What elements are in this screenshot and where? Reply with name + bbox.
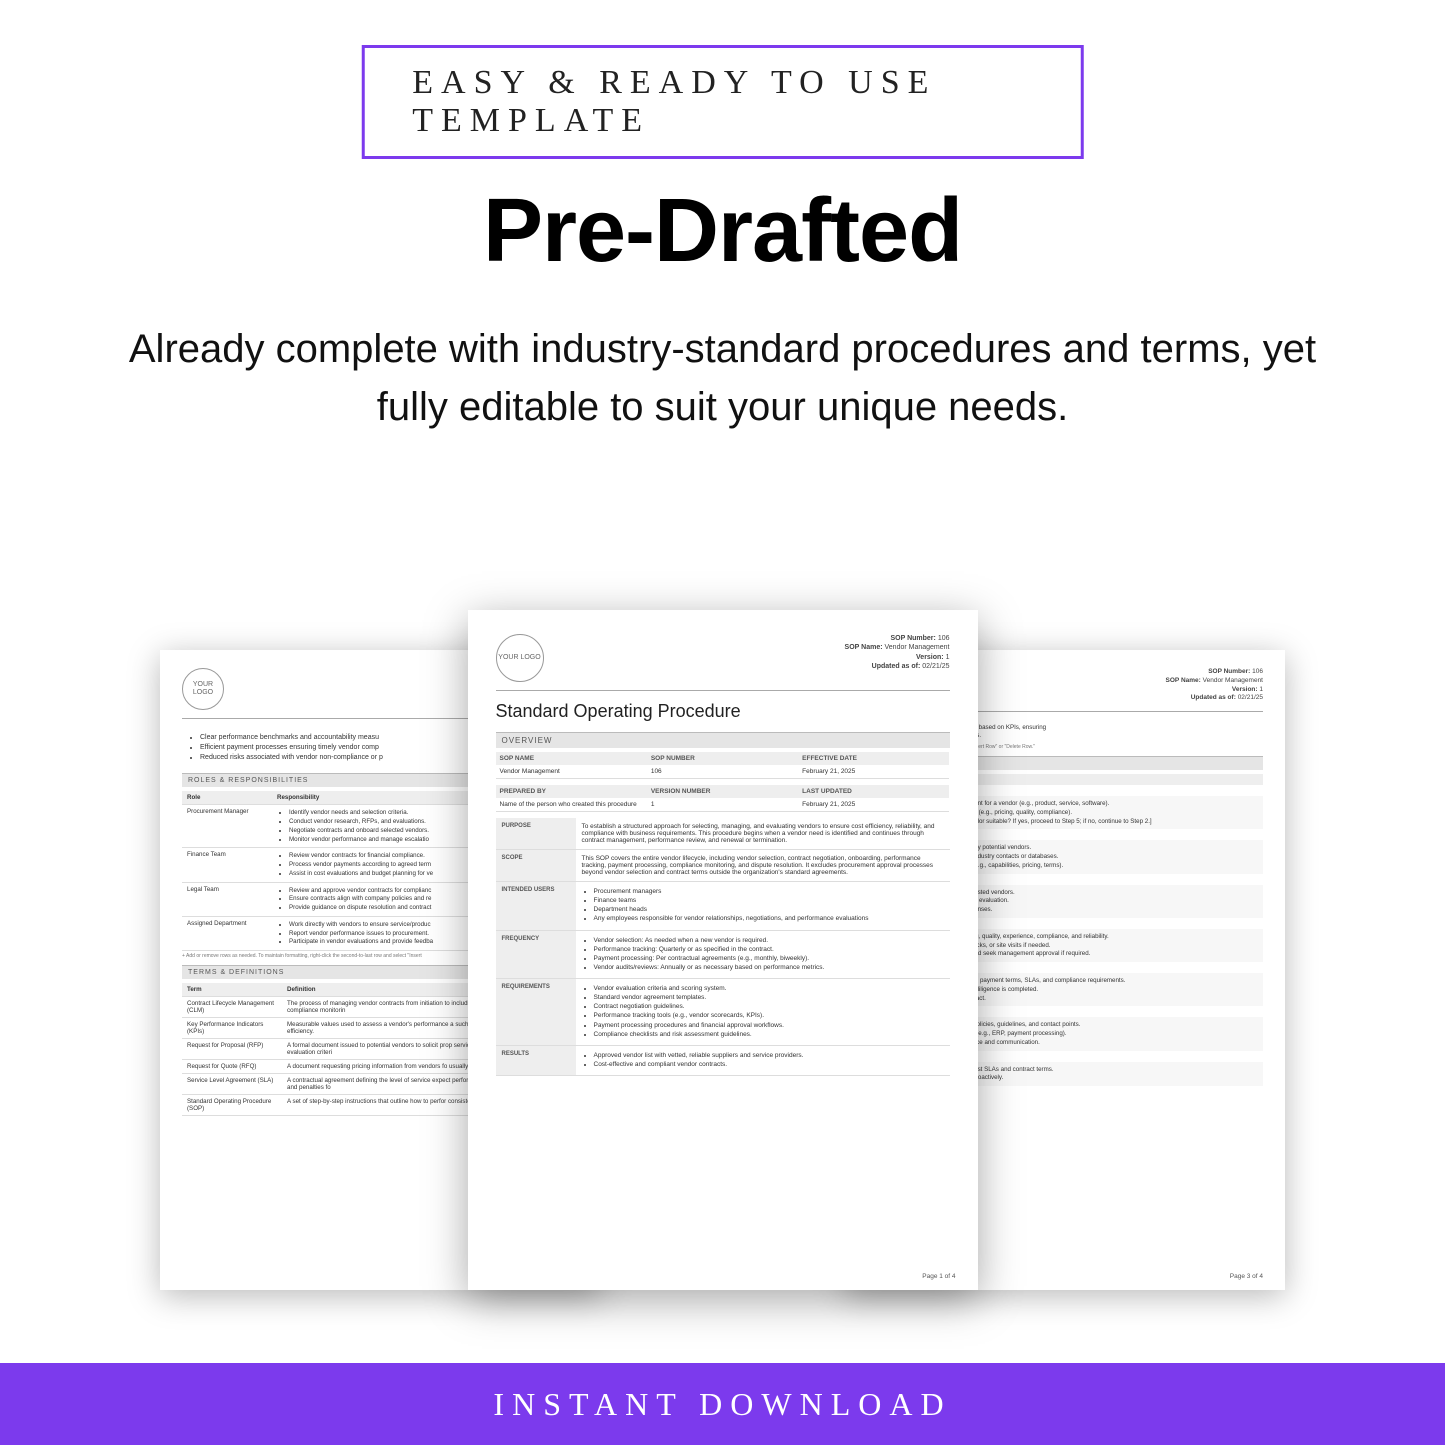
- top-badge-text: EASY & READY TO USE TEMPLATE: [412, 64, 936, 139]
- bottom-banner: INSTANT DOWNLOAD: [0, 1363, 1445, 1445]
- top-badge: EASY & READY TO USE TEMPLATE: [361, 45, 1084, 159]
- headline: Pre-Drafted: [0, 180, 1445, 283]
- logo-placeholder-center: YOUR LOGO: [496, 634, 544, 682]
- bottom-banner-text: INSTANT DOWNLOAD: [493, 1386, 951, 1422]
- subheadline: Already complete with industry-standard …: [120, 320, 1325, 436]
- doc-meta-center: SOP Number: 106 SOP Name: Vendor Managem…: [845, 634, 950, 672]
- page-number-right: Page 3 of 4: [1230, 1273, 1263, 1280]
- page-number-center: Page 1 of 4: [922, 1273, 955, 1280]
- doc-page-center: YOUR LOGO SOP Number: 106 SOP Name: Vend…: [468, 610, 978, 1290]
- doc-meta-right: SOP Number: 106 SOP Name: Vendor Managem…: [1166, 668, 1263, 703]
- overview-grid-1: SOP NAME SOP NUMBER EFFECTIVE DATE Vendo…: [496, 752, 950, 779]
- overview-grid-2: PREPARED BY VERSION NUMBER LAST UPDATED …: [496, 785, 950, 812]
- doc-title: Standard Operating Procedure: [496, 701, 950, 722]
- key-table: PURPOSE To establish a structured approa…: [496, 818, 950, 1076]
- document-stage: YOUR LOGO Clear performance benchmarks a…: [0, 570, 1445, 1360]
- overview-bar: OVERVIEW: [496, 732, 950, 748]
- logo-placeholder: YOUR LOGO: [182, 668, 224, 710]
